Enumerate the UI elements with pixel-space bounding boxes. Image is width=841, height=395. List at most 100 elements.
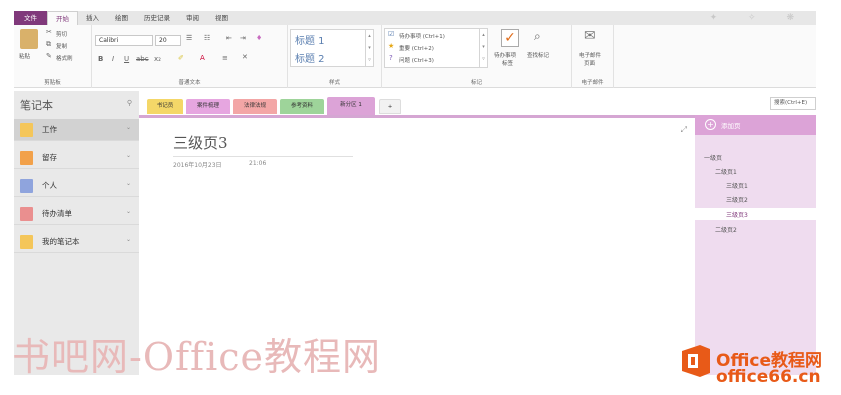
chevron-down-icon[interactable]: ⌄	[126, 152, 131, 159]
bullet-list-icon[interactable]: ☰	[186, 34, 192, 42]
tags-gallery: ☑ 待办事项 (Ctrl+1) ★ 重要 (Ctrl+2) ? 问题 (Ctrl…	[384, 28, 488, 68]
add-page-label: 添加页	[721, 122, 741, 130]
tags-group-label: 标记	[470, 80, 482, 86]
notebook-icon	[20, 235, 33, 249]
find-tags-icon[interactable]: ⌕	[534, 29, 541, 44]
font-color-icon[interactable]: A	[200, 54, 205, 62]
add-section-button[interactable]: +	[379, 99, 401, 114]
notebook-item[interactable]: 工作 ⌄	[14, 119, 139, 141]
subscript-icon[interactable]: x₂	[154, 55, 161, 63]
page-item[interactable]: 二级页2	[715, 225, 737, 234]
notebook-icon	[20, 151, 33, 165]
paste-icon[interactable]	[20, 29, 38, 49]
increase-indent-icon[interactable]: ⇥	[240, 34, 246, 42]
page-item[interactable]: 一级页	[704, 153, 722, 162]
page-item[interactable]: 三级页1	[726, 181, 748, 190]
underline-icon[interactable]: U	[124, 55, 129, 63]
tab-file[interactable]: 文件	[14, 11, 47, 25]
section-tab[interactable]: 参考资料	[280, 99, 324, 114]
ribbon-home: 粘贴 ✂ 剪切 ⧉ 复制 ✎ 格式刷 剪贴板 Calibri 20 ☰ ☷ ⇤ …	[14, 25, 816, 88]
chevron-down-icon[interactable]: ⌄	[126, 180, 131, 187]
section-tab-active[interactable]: 新分区 1	[327, 97, 375, 115]
notebook-item[interactable]: 留存 ⌄	[14, 147, 139, 169]
copy-button[interactable]: 复制	[56, 42, 67, 50]
notebook-pane-title: 笔记本	[20, 99, 53, 112]
tag-todo[interactable]: 待办事项 (Ctrl+1)	[399, 32, 445, 40]
ribbon-decoration: ✦ ✧ ❋	[709, 13, 808, 23]
style-heading-2[interactable]: 标题 2	[295, 50, 325, 65]
page-title[interactable]: 三级页3	[173, 132, 228, 153]
font-size-select[interactable]: 20	[155, 35, 181, 46]
italic-icon[interactable]: I	[112, 55, 114, 63]
notebook-label: 个人	[42, 181, 57, 190]
chevron-down-icon[interactable]: ⌄	[126, 124, 131, 131]
bold-icon[interactable]: B	[98, 55, 103, 63]
find-tags-button[interactable]: 查找标记	[527, 51, 549, 59]
numbered-list-icon[interactable]: ☷	[204, 34, 210, 42]
paste-button[interactable]: 粘贴	[19, 52, 30, 60]
tab-history[interactable]: 历史记录	[136, 11, 178, 25]
clipboard-group: 粘贴 ✂ 剪切 ⧉ 复制 ✎ 格式刷 剪贴板	[14, 25, 92, 88]
email-icon[interactable]: ✉	[584, 28, 596, 44]
styles-group-label: 样式	[328, 80, 340, 86]
cut-button[interactable]: 剪切	[56, 30, 67, 38]
tag-question[interactable]: 问题 (Ctrl+3)	[399, 56, 434, 64]
page-item[interactable]: 二级页1	[715, 167, 737, 176]
page-item[interactable]: 三级页2	[726, 195, 748, 204]
tab-home[interactable]: 开始	[47, 11, 78, 25]
notebook-icon	[20, 207, 33, 221]
star-icon: ★	[388, 42, 395, 50]
basic-text-group-label: 普通文本	[178, 80, 201, 86]
tags-scroll[interactable]: ▴ ▾ ▿	[479, 29, 487, 67]
notebook-label: 我的笔记本	[42, 237, 80, 246]
tab-draw[interactable]: 绘图	[107, 11, 136, 25]
section-tab[interactable]: 法律法规	[233, 99, 277, 114]
format-painter-button[interactable]: 格式刷	[56, 54, 73, 62]
ribbon-tab-bar: 文件 开始 插入 绘图 历史记录 审阅 视图 ✦ ✧ ❋	[14, 11, 816, 25]
page-item-selected[interactable]: 三级页3	[726, 210, 748, 219]
notebook-item[interactable]: 我的笔记本 ⌄	[14, 231, 139, 253]
styles-scroll[interactable]: ▴ ▾ ▿	[365, 30, 373, 66]
notebook-item[interactable]: 个人 ⌄	[14, 175, 139, 197]
decrease-indent-icon[interactable]: ⇤	[226, 34, 232, 42]
section-tab[interactable]: 案件梳理	[186, 99, 230, 114]
font-select[interactable]: Calibri	[95, 35, 153, 46]
clipboard-group-label: 剪贴板	[44, 80, 61, 86]
align-icon[interactable]: ≡	[222, 54, 228, 62]
copy-icon: ⧉	[46, 40, 51, 48]
email-page-button[interactable]: 电子邮件	[579, 51, 601, 59]
question-icon: ?	[389, 54, 393, 62]
onenote-window: 文件 开始 插入 绘图 历史记录 审阅 视图 ✦ ✧ ❋ 粘贴 ✂ 剪切 ⧉ 复…	[0, 0, 841, 395]
expand-icon[interactable]: ⤢	[681, 125, 687, 135]
page-date: 2016年10月23日	[173, 162, 222, 169]
style-heading-1[interactable]: 标题 1	[295, 32, 325, 47]
tag-important[interactable]: 重要 (Ctrl+2)	[399, 44, 434, 52]
todo-tag-button[interactable]: 待办事项	[494, 51, 516, 59]
notebook-icon	[20, 123, 33, 137]
email-page-button-line2: 页面	[584, 61, 596, 67]
tab-view[interactable]: 视图	[207, 11, 236, 25]
plus-icon: +	[705, 119, 716, 130]
strikethrough-icon[interactable]: abc	[136, 55, 149, 63]
section-tab[interactable]: 书记员	[147, 99, 183, 114]
tab-review[interactable]: 审阅	[178, 11, 207, 25]
highlight-icon[interactable]: ✐	[178, 54, 184, 62]
chevron-down-icon[interactable]: ⌄	[126, 236, 131, 243]
basic-text-group: Calibri 20 ☰ ☷ ⇤ ⇥ ♦ B I U abc x₂ ✐ A ≡ …	[92, 25, 288, 88]
watermark-text: 书吧网-Office教程网	[12, 335, 382, 379]
logo-text-bottom: office66.cn	[716, 367, 821, 387]
search-input[interactable]: 搜索(Ctrl+E)	[770, 97, 816, 110]
page-time: 21:06	[249, 160, 267, 167]
chevron-down-icon[interactable]: ⌄	[126, 208, 131, 215]
tags-group: ☑ 待办事项 (Ctrl+1) ★ 重要 (Ctrl+2) ? 问题 (Ctrl…	[382, 25, 572, 88]
notebook-label: 留存	[42, 153, 57, 162]
tab-insert[interactable]: 插入	[78, 11, 107, 25]
todo-tag-button-line2: 标签	[502, 61, 514, 67]
add-page-button[interactable]: + 添加页	[695, 115, 816, 135]
delete-icon[interactable]: ✕	[242, 53, 248, 61]
todo-tag-icon[interactable]: ✓	[501, 29, 519, 47]
clear-format-icon[interactable]: ♦	[256, 34, 262, 42]
checkbox-icon: ☑	[388, 30, 395, 38]
pin-icon[interactable]: ⚲	[127, 99, 132, 107]
notebook-item[interactable]: 待办清单 ⌄	[14, 203, 139, 225]
